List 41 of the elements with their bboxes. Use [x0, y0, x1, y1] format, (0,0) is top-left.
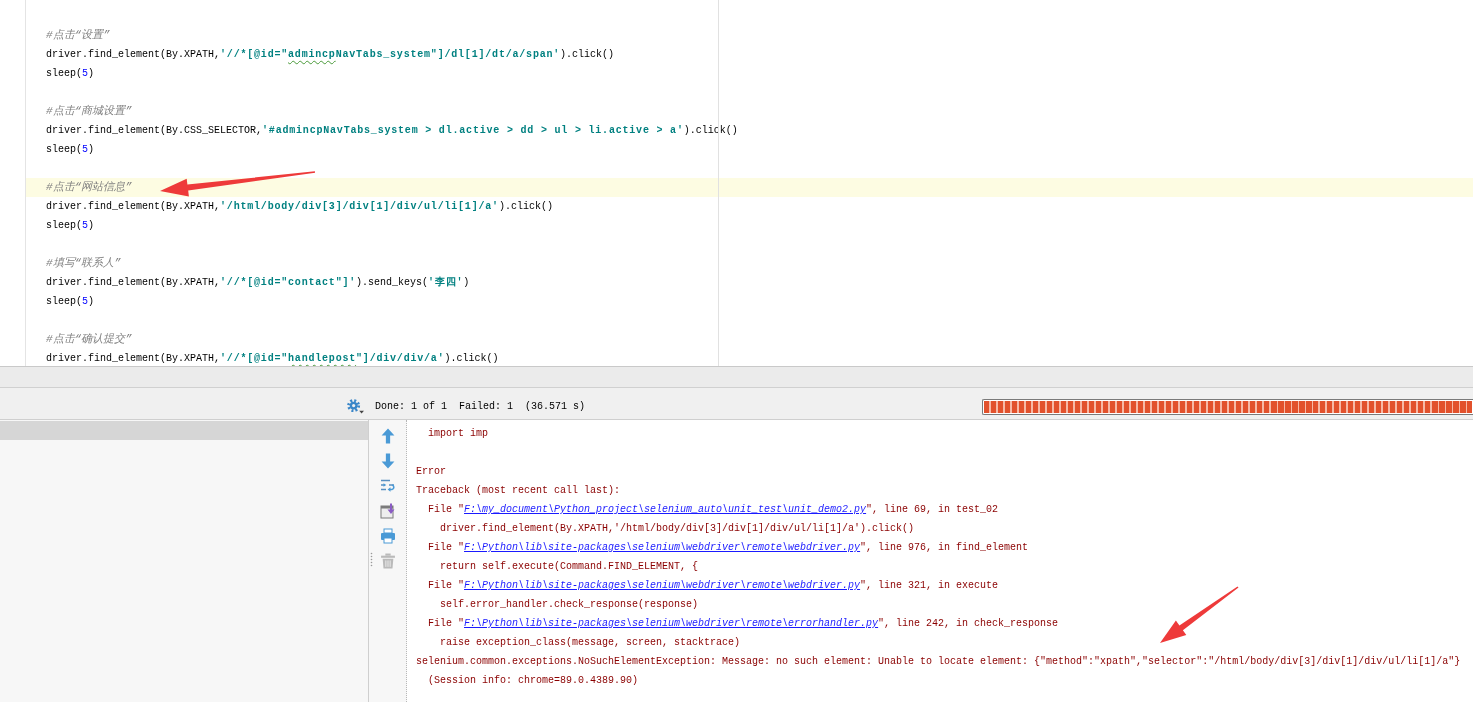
traceback-line: File "F:\Python\lib\site-packages\selenium\webdriver\remote\webdriver.py", line 976, in find_element: [428, 542, 1029, 553]
trash-icon: [379, 553, 396, 569]
code-line: driver.find_element(By.XPATH,'//*[@id="contact"]').send_keys('李四'): [46, 275, 470, 290]
traceback-line: File "F:\my_document\Python_project\selenium_auto\unit_test\unit_demo2.py", line 69, in test_02: [428, 504, 999, 515]
file-link[interactable]: F:\Python\lib\site-packages\selenium\webdriver\remote\errorhandler.py: [464, 618, 879, 629]
printer-icon: [379, 528, 396, 544]
code-line: driver.find_element(By.XPATH,'/html/body/div[3]/div[1]/div/ul/li[1]/a').click(): [46, 200, 553, 214]
tests-done-count: Done: 1 of 1: [375, 401, 447, 412]
code-comment: #点击“网站信息”: [46, 180, 132, 195]
code-comment: #填写“联系人”: [46, 255, 121, 271]
traceback-line: File "F:\Python\lib\site-packages\selenium\webdriver\remote\errorhandler.py", line 242, in check_response: [428, 618, 1059, 629]
code-line: driver.find_element(By.CSS_SELECTOR,'#admincpNavTabs_system > dl.active > dd > ul > li.active > a').click(): [46, 124, 738, 138]
source-line: return self.execute(Command.FIND_ELEMENT, {: [440, 561, 699, 572]
drag-handle-icon[interactable]: [370, 552, 373, 567]
console-line: import imp: [428, 428, 488, 439]
code-line: sleep(5): [46, 295, 95, 309]
run-duration: (36.571 s): [525, 401, 586, 412]
source-line: self.error_handler.check_response(response): [440, 599, 699, 610]
code-line: sleep(5): [46, 143, 95, 157]
code-comment: #点击“确认提交”: [46, 332, 132, 347]
code-comment: #点击“设置”: [46, 28, 110, 43]
error-message: Error: [416, 466, 446, 477]
settings-icon[interactable]: [347, 399, 364, 414]
file-link[interactable]: F:\my_document\Python_project\selenium_auto\unit_test\unit_demo2.py: [464, 504, 867, 515]
arrow-down-icon: [379, 453, 396, 469]
code-line: sleep(5): [46, 67, 95, 81]
traceback-line: File "F:\Python\lib\site-packages\selenium\webdriver\remote\webdriver.py", line 321, in execute: [428, 580, 999, 591]
arrow-up-icon: [379, 428, 396, 444]
code-comment: #点击“商城设置”: [46, 104, 132, 119]
file-link[interactable]: F:\Python\lib\site-packages\selenium\webdriver\remote\webdriver.py: [464, 580, 861, 591]
console-line: (Session info: chrome=89.0.4389.90): [428, 675, 639, 686]
code-line: sleep(5): [46, 219, 95, 233]
file-link[interactable]: F:\Python\lib\site-packages\selenium\webdriver\remote\webdriver.py: [464, 542, 861, 553]
code-line: driver.find_element(By.XPATH,'//*[@id="handlepost"]/div/div/a').click(): [46, 352, 499, 366]
source-line: driver.find_element(By.XPATH,'/html/body/div[3]/div[1]/div/ul/li[1]/a').click(): [440, 523, 915, 534]
wrap-lines-icon: [379, 478, 396, 494]
error-message: Traceback (most recent call last):: [416, 485, 621, 496]
code-line: driver.find_element(By.XPATH,'//*[@id="admincpNavTabs_system"]/dl[1]/dt/a/span').click(): [46, 48, 615, 62]
source-line: raise exception_class(message, screen, stacktrace): [440, 637, 741, 648]
tests-failed-count: Failed: 1: [459, 401, 514, 412]
error-message: selenium.common.exceptions.NoSuchElementException: Message: no such element: Unable to locate element: {"method":"xpath","selector":"/html/body/div[3]/div[1]/div/ul/li[1]/a"}: [416, 656, 1461, 667]
